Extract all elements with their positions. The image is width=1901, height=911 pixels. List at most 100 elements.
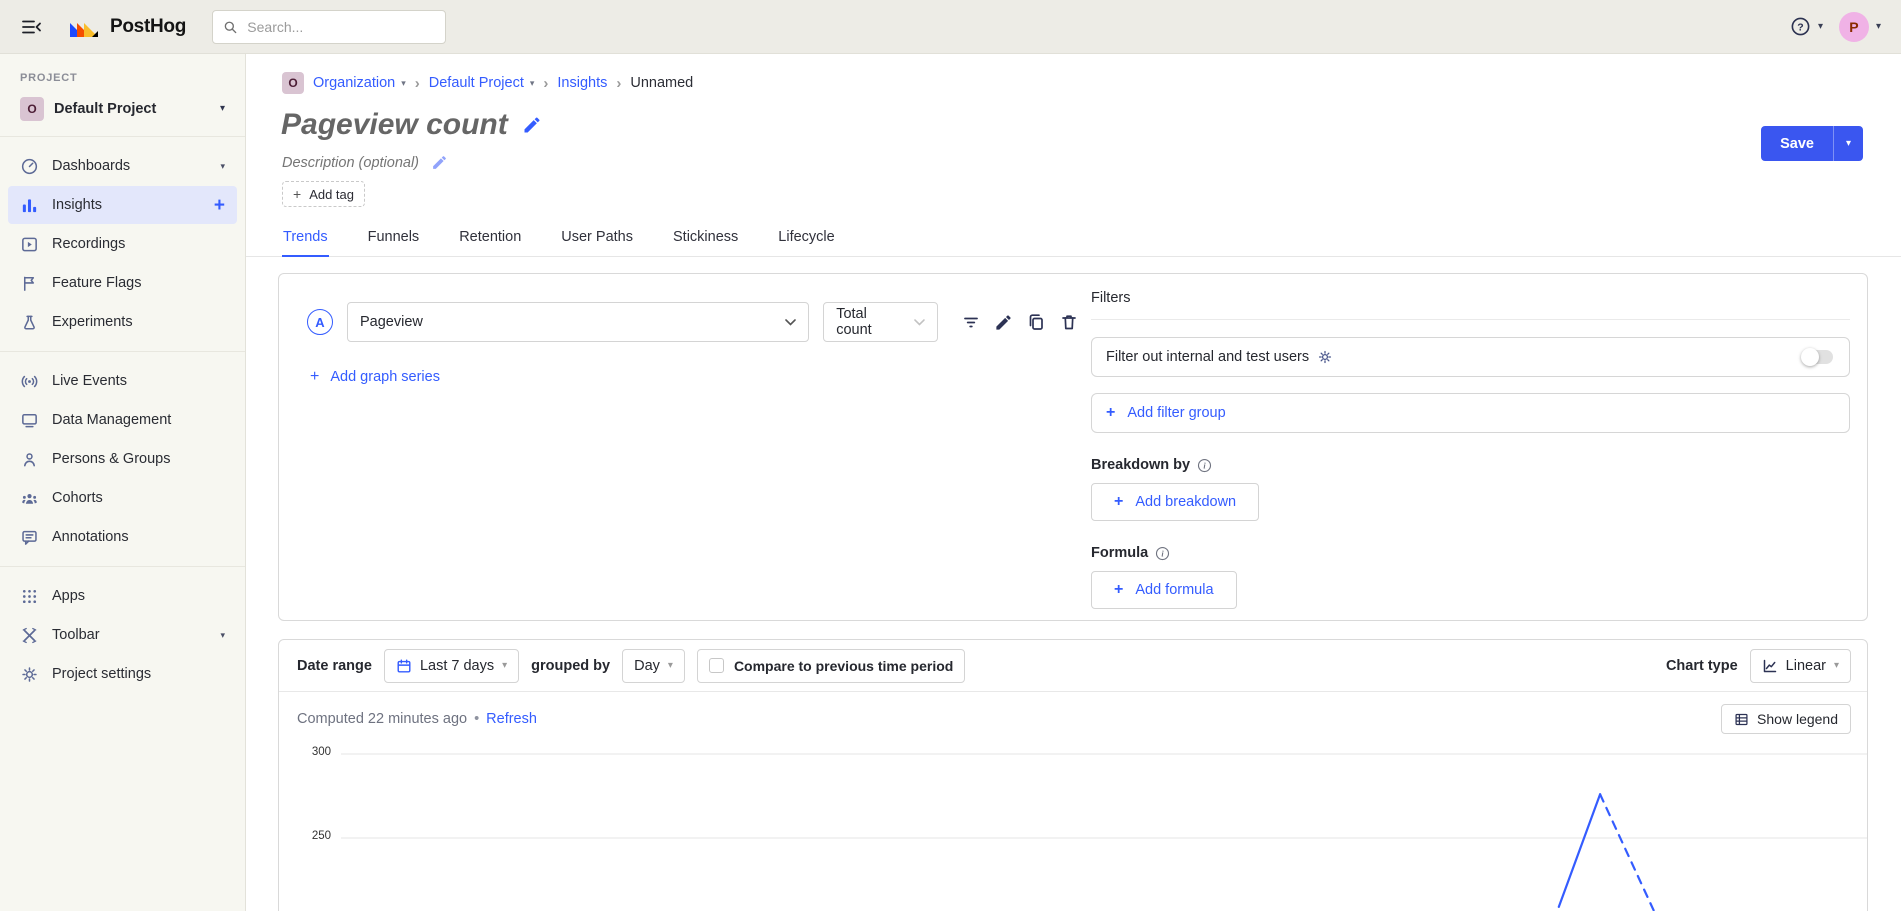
chevron-right-icon: ›	[543, 75, 548, 92]
chevron-down-icon	[785, 319, 796, 326]
plus-icon: +	[1114, 581, 1123, 599]
svg-text:?: ?	[1797, 21, 1803, 33]
flask-icon	[20, 313, 39, 332]
breadcrumb-project[interactable]: Default Project ▾	[429, 75, 535, 91]
info-icon[interactable]: i	[1197, 458, 1212, 473]
sidebar-item-live-events[interactable]: Live Events	[8, 362, 237, 400]
divider	[0, 351, 245, 352]
divider	[1091, 319, 1850, 320]
trend-line-chart-svg	[341, 740, 1868, 911]
aggregation-select[interactable]: Total count	[823, 302, 938, 342]
save-button[interactable]: Save	[1761, 126, 1833, 161]
filters-heading: Filters	[1091, 290, 1850, 306]
breadcrumb-current: Unnamed	[630, 75, 693, 91]
sidebar-item-dashboards[interactable]: Dashboards ▾	[8, 147, 237, 185]
search-bar[interactable]	[212, 10, 446, 44]
show-legend-button[interactable]: Show legend	[1721, 704, 1851, 734]
tab-stickiness[interactable]: Stickiness	[672, 221, 739, 256]
sidebar-item-toolbar[interactable]: Toolbar ▾	[8, 616, 237, 654]
tab-retention[interactable]: Retention	[458, 221, 522, 256]
delete-trash-icon[interactable]	[1059, 312, 1079, 332]
sidebar-item-feature-flags[interactable]: Feature Flags	[8, 264, 237, 302]
tab-user-paths[interactable]: User Paths	[560, 221, 634, 256]
live-signal-icon	[20, 372, 39, 391]
breadcrumb-organization[interactable]: Organization ▾	[313, 75, 406, 91]
brand-name: PostHog	[110, 16, 186, 38]
monitor-icon	[20, 411, 39, 430]
chevron-down-icon: ▾	[220, 162, 225, 171]
edit-title-pencil-icon[interactable]	[522, 115, 542, 135]
tab-lifecycle[interactable]: Lifecycle	[777, 221, 835, 256]
new-insight-plus-icon[interactable]: +	[214, 196, 225, 215]
avatar[interactable]: P	[1839, 12, 1869, 42]
chevron-down-icon	[914, 319, 925, 326]
tab-trends[interactable]: Trends	[282, 221, 329, 257]
add-formula-button[interactable]: + Add formula	[1091, 571, 1237, 609]
event-select[interactable]: Pageview	[347, 302, 809, 342]
project-switcher[interactable]: O Default Project ▾	[12, 92, 233, 126]
plus-icon: +	[293, 186, 301, 202]
help-caret-icon[interactable]: ▾	[1818, 22, 1823, 32]
line-chart-icon	[1762, 658, 1778, 674]
sidebar-item-insights[interactable]: Insights +	[8, 186, 237, 224]
plus-icon: +	[1106, 404, 1115, 422]
computed-row: Computed 22 minutes ago • Refresh Show l…	[279, 692, 1867, 734]
person-icon	[20, 450, 39, 469]
search-icon	[223, 19, 237, 35]
filter-icon[interactable]	[961, 312, 981, 332]
info-icon[interactable]: i	[1155, 546, 1170, 561]
posthog-logo-icon	[68, 15, 102, 39]
project-caret-icon: ▾	[220, 104, 225, 114]
help-icon[interactable]: ?	[1790, 16, 1811, 37]
chart-controls-row: Date range Last 7 days ▾ grouped by Day …	[279, 640, 1867, 692]
results-card: Date range Last 7 days ▾ grouped by Day …	[278, 639, 1868, 911]
compare-checkbox[interactable]	[709, 658, 724, 673]
add-breakdown-button[interactable]: + Add breakdown	[1091, 483, 1259, 521]
refresh-link[interactable]: Refresh	[486, 711, 537, 727]
edit-series-pencil-icon[interactable]	[994, 313, 1013, 332]
interval-select[interactable]: Day ▾	[622, 649, 685, 683]
chevron-right-icon: ›	[616, 75, 621, 92]
chevron-right-icon: ›	[415, 75, 420, 92]
chevron-down-icon: ▾	[530, 78, 535, 89]
chevron-down-icon: ▾	[668, 661, 673, 671]
breadcrumb: O Organization ▾ › Default Project ▾ › I…	[282, 72, 1901, 94]
sidebar-item-annotations[interactable]: Annotations	[8, 518, 237, 556]
sidebar-item-apps[interactable]: Apps	[8, 577, 237, 615]
date-range-select[interactable]: Last 7 days ▾	[384, 649, 519, 683]
chart-type-select[interactable]: Linear ▾	[1750, 649, 1851, 683]
query-builder-card: A Pageview Total count	[278, 273, 1868, 621]
legend-table-icon	[1734, 712, 1749, 727]
tab-funnels[interactable]: Funnels	[367, 221, 421, 256]
add-tag-button[interactable]: + Add tag	[282, 181, 365, 207]
add-filter-group-button[interactable]: + Add filter group	[1091, 393, 1850, 433]
compare-checkbox-control[interactable]: Compare to previous time period	[697, 649, 965, 683]
posthog-logo[interactable]: PostHog	[68, 15, 186, 39]
avatar-caret-icon[interactable]: ▾	[1876, 22, 1881, 32]
dashboard-gauge-icon	[20, 157, 39, 176]
breadcrumb-insights[interactable]: Insights	[557, 75, 607, 91]
project-badge: O	[20, 97, 44, 121]
chevron-down-icon: ▾	[401, 78, 406, 89]
filter-settings-gear-icon[interactable]	[1317, 349, 1333, 365]
sidebar-item-experiments[interactable]: Experiments	[8, 303, 237, 341]
save-options-button[interactable]: ▾	[1833, 126, 1863, 161]
calendar-icon	[396, 658, 412, 674]
annotation-icon	[20, 528, 39, 547]
collapse-sidebar-icon[interactable]	[20, 17, 42, 37]
formula-label: Formula	[1091, 545, 1148, 561]
duplicate-icon[interactable]	[1026, 312, 1046, 332]
sidebar-item-recordings[interactable]: Recordings	[8, 225, 237, 263]
internal-users-toggle[interactable]	[1801, 349, 1835, 365]
gear-icon	[20, 665, 39, 684]
tools-icon	[20, 626, 39, 645]
sidebar-item-data-management[interactable]: Data Management	[8, 401, 237, 439]
sidebar-item-project-settings[interactable]: Project settings	[8, 655, 237, 693]
add-graph-series-button[interactable]: + Add graph series	[310, 368, 1079, 386]
search-input[interactable]	[245, 18, 435, 36]
divider	[0, 566, 245, 567]
org-badge: O	[282, 72, 304, 94]
sidebar-item-cohorts[interactable]: Cohorts	[8, 479, 237, 517]
edit-description-pencil-icon[interactable]	[431, 154, 448, 171]
sidebar-item-persons-groups[interactable]: Persons & Groups	[8, 440, 237, 478]
